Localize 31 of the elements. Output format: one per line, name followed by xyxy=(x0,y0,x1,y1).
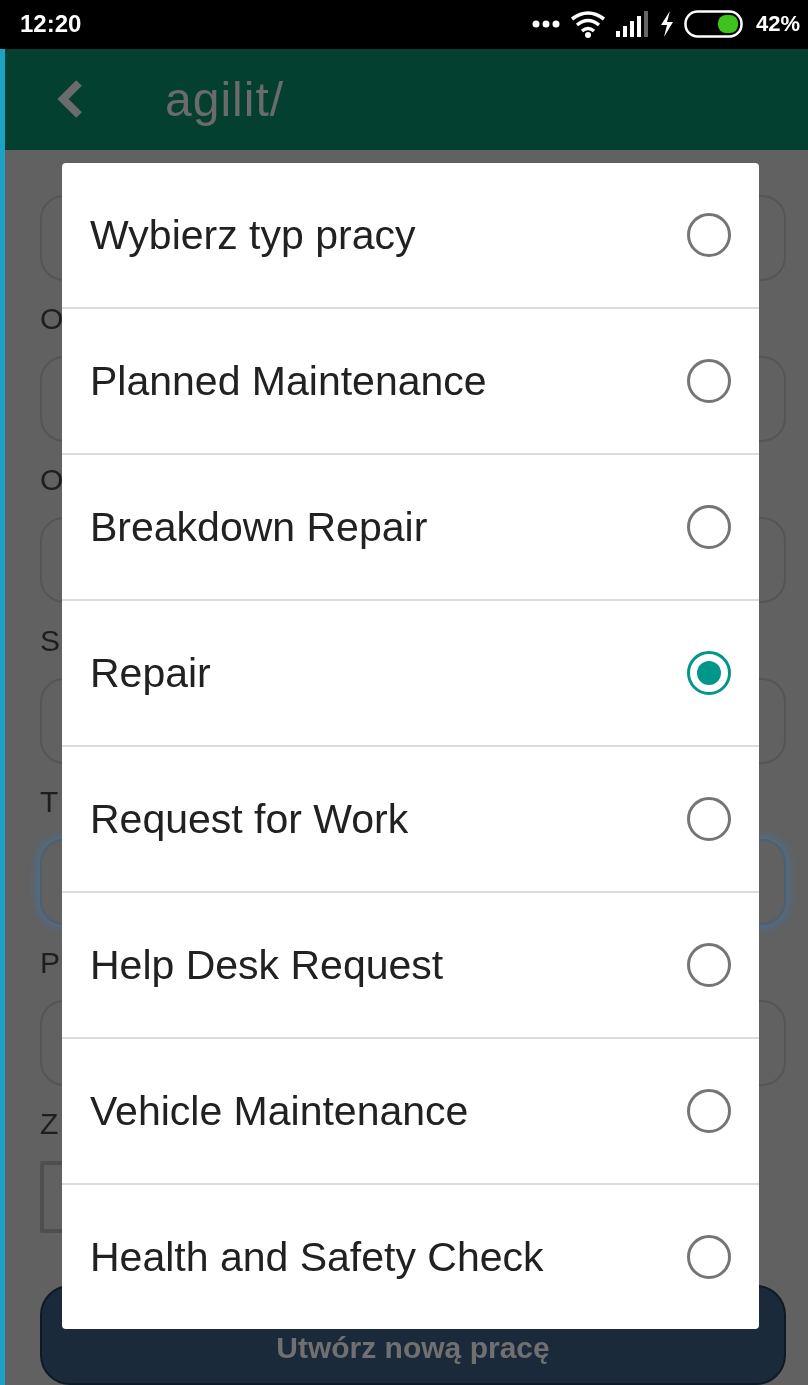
radio-button[interactable] xyxy=(687,1235,731,1279)
option-item[interactable]: Health and Safety Check xyxy=(62,1183,759,1329)
radio-button[interactable] xyxy=(687,943,731,987)
radio-button[interactable] xyxy=(687,359,731,403)
option-item[interactable]: Wybierz typ pracy xyxy=(62,163,759,307)
clock: 12:20 xyxy=(20,10,82,39)
charging-icon xyxy=(659,11,674,38)
radio-button[interactable] xyxy=(687,797,731,841)
field-label: O xyxy=(40,462,64,497)
option-item[interactable]: Request for Work xyxy=(62,745,759,891)
option-item[interactable]: Repair xyxy=(62,599,759,745)
field-label: P xyxy=(40,945,60,980)
back-icon[interactable] xyxy=(55,79,85,120)
option-item[interactable]: Breakdown Repair xyxy=(62,453,759,599)
radio-button[interactable] xyxy=(687,505,731,549)
battery-percent: 42% xyxy=(755,11,800,38)
option-item[interactable]: Planned Maintenance xyxy=(62,307,759,453)
field-label: O xyxy=(40,301,64,336)
option-item[interactable]: Vehicle Maintenance xyxy=(62,1037,759,1183)
wifi-icon xyxy=(569,10,606,39)
radio-button[interactable] xyxy=(687,651,731,695)
logo: agilit/ xyxy=(165,71,285,127)
field-label: T xyxy=(40,784,59,819)
radio-button[interactable] xyxy=(687,213,731,257)
radio-button[interactable] xyxy=(687,1089,731,1133)
field-label: S xyxy=(40,623,60,658)
field-label: Z xyxy=(40,1106,59,1141)
option-item[interactable]: Help Desk Request xyxy=(62,891,759,1037)
battery-icon xyxy=(683,10,746,39)
more-icon xyxy=(531,19,560,30)
signal-icon xyxy=(615,11,650,38)
